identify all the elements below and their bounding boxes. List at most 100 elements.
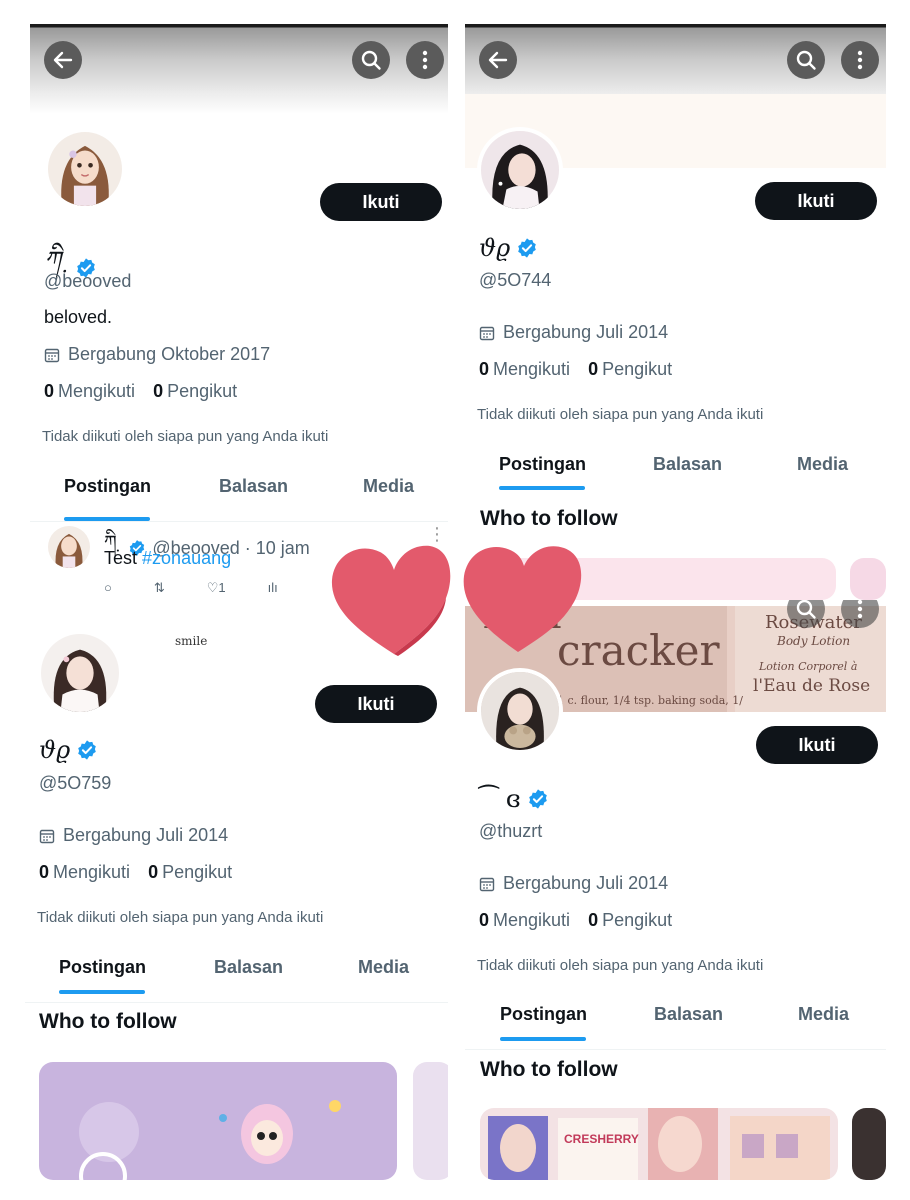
joined-date: Bergabung Juli 2014: [39, 825, 228, 846]
profile-tabs: Postingan Balasan Media: [30, 476, 448, 522]
avatar-image: [48, 132, 122, 206]
not-followed-notice: Tidak diikuti oleh siapa pun yang Anda i…: [42, 428, 329, 445]
who-to-follow-heading: Who to follow: [480, 507, 618, 530]
tab-postingan[interactable]: Postingan: [499, 454, 586, 475]
tab-balasan[interactable]: Balasan: [654, 1004, 723, 1025]
profile-bio: beloved.: [44, 307, 113, 327]
profile-avatar[interactable]: [477, 668, 563, 754]
display-name-text: ϑϱ: [479, 234, 511, 262]
followers-label: Pengikut: [602, 359, 673, 379]
heart-icon: [463, 546, 582, 652]
not-followed-notice: Tidak diikuti oleh siapa pun yang Anda i…: [477, 957, 764, 974]
tab-postingan[interactable]: Postingan: [59, 957, 146, 978]
suggestion-card[interactable]: CRESHERRY: [480, 1108, 838, 1180]
followers-label: Pengikut: [162, 862, 233, 882]
more-button[interactable]: [841, 41, 879, 79]
who-to-follow-heading: Who to follow: [39, 1010, 177, 1033]
tab-balasan[interactable]: Balasan: [653, 454, 722, 475]
joined-date: Bergabung Oktober 2017: [44, 344, 270, 365]
search-icon: [796, 600, 816, 619]
followers-stat[interactable]: 0 Pengikut: [588, 910, 672, 931]
following-stat[interactable]: 0 Mengikuti: [39, 862, 130, 883]
tab-media[interactable]: Media: [798, 1004, 849, 1025]
active-tab-indicator: [499, 486, 585, 490]
avatar-image: [48, 526, 90, 568]
following-stat[interactable]: 0 Mengikuti: [479, 359, 570, 380]
user-handle: @5O744: [479, 270, 552, 290]
profile-tabs: Postingan Balasan Media: [465, 1004, 886, 1050]
profile-avatar[interactable]: [44, 128, 126, 210]
like-count: 1: [218, 580, 226, 595]
followers-count: 0: [153, 381, 164, 401]
followers-label: Pengikut: [167, 381, 238, 401]
follow-button[interactable]: Ikuti: [755, 182, 877, 220]
tab-balasan[interactable]: Balasan: [214, 957, 283, 978]
heart-sticker-left: [326, 540, 456, 660]
verified-badge-icon: [528, 789, 547, 809]
arrow-left-icon: [488, 51, 508, 69]
tab-balasan[interactable]: Balasan: [219, 476, 288, 497]
suggestion-card[interactable]: [413, 1062, 448, 1180]
joined-date: Bergabung Juli 2014: [479, 322, 668, 343]
follow-stats: 0 Mengikuti 0 Pengikut: [479, 359, 672, 380]
suggestion-card[interactable]: [39, 1062, 397, 1180]
avatar-image: [41, 634, 119, 712]
not-followed-notice: Tidak diikuti oleh siapa pun yang Anda i…: [477, 406, 764, 423]
user-handle: @beooved: [44, 271, 132, 291]
display-name: ϑϱ: [39, 736, 98, 764]
joined-date-text: Bergabung Juli 2014: [503, 873, 669, 893]
like-button[interactable]: ♡1: [207, 580, 226, 596]
calendar-icon: [44, 348, 60, 362]
not-followed-notice: Tidak diikuti oleh siapa pun yang Anda i…: [37, 909, 324, 926]
joined-date: Bergabung Juli 2014: [479, 873, 668, 894]
retweet-icon[interactable]: ⇅: [154, 580, 165, 596]
tweet-actions: ○ ⇅ ♡1 ılı: [104, 580, 278, 596]
reply-icon[interactable]: ○: [104, 580, 112, 596]
suggestion-card[interactable]: [850, 558, 886, 600]
following-count: 0: [44, 381, 55, 401]
display-name-text: ϑϱ: [39, 736, 71, 764]
active-tab-indicator: [500, 1037, 586, 1041]
back-button[interactable]: [479, 41, 517, 79]
back-button[interactable]: [44, 41, 82, 79]
followers-stat[interactable]: 0 Pengikut: [588, 359, 672, 380]
tweet-author-avatar[interactable]: [46, 524, 92, 570]
search-button[interactable]: [787, 41, 825, 79]
profile-avatar[interactable]: [37, 630, 123, 716]
tab-media[interactable]: Media: [358, 957, 409, 978]
follow-button[interactable]: Ikuti: [320, 183, 442, 221]
follow-button[interactable]: Ikuti: [315, 685, 437, 723]
follow-stats: 0 Mengikuti 0 Pengikut: [39, 862, 232, 883]
followers-count: 0: [588, 359, 599, 379]
views-icon[interactable]: ılı: [268, 580, 278, 596]
following-stat[interactable]: 0 Mengikuti: [44, 381, 135, 402]
follow-button[interactable]: Ikuti: [756, 726, 878, 764]
suggestion-card[interactable]: [852, 1108, 886, 1180]
followers-stat[interactable]: 0 Pengikut: [148, 862, 232, 883]
search-icon: [796, 50, 816, 70]
more-vertical-icon: [857, 600, 863, 619]
search-button[interactable]: [352, 41, 390, 79]
tab-media[interactable]: Media: [363, 476, 414, 497]
joined-date-text: Bergabung Oktober 2017: [68, 344, 271, 364]
followers-count: 0: [148, 862, 159, 882]
card-text-1: CRESHERRY: [564, 1132, 639, 1146]
display-name: ϑϱ: [479, 234, 538, 262]
followers-count: 0: [588, 910, 599, 930]
profile-avatar[interactable]: [477, 127, 563, 213]
tab-postingan[interactable]: Postingan: [500, 1004, 587, 1025]
tab-media[interactable]: Media: [797, 454, 848, 475]
profile-tabs: Postingan Balasan Media: [25, 957, 448, 1003]
profile-panel-5O759: smile Ikuti ϑϱ @5O759 Bergabung Juli 201…: [25, 610, 448, 1180]
followers-stat[interactable]: 0 Pengikut: [153, 381, 237, 402]
more-button[interactable]: [406, 41, 444, 79]
tweet-hashtag[interactable]: #zonauang: [142, 548, 231, 568]
profile-panel-beooved: Ikuti ཀི ̣ @beooved beloved. Bergabung O…: [30, 24, 448, 624]
profile-tabs: Postingan Balasan Media: [465, 454, 886, 494]
following-label: Mengikuti: [58, 381, 136, 401]
follow-stats: 0 Mengikuti 0 Pengikut: [479, 910, 672, 931]
joined-date-text: Bergabung Juli 2014: [503, 322, 669, 342]
following-stat[interactable]: 0 Mengikuti: [479, 910, 570, 931]
tab-postingan[interactable]: Postingan: [64, 476, 151, 497]
following-count: 0: [39, 862, 50, 882]
